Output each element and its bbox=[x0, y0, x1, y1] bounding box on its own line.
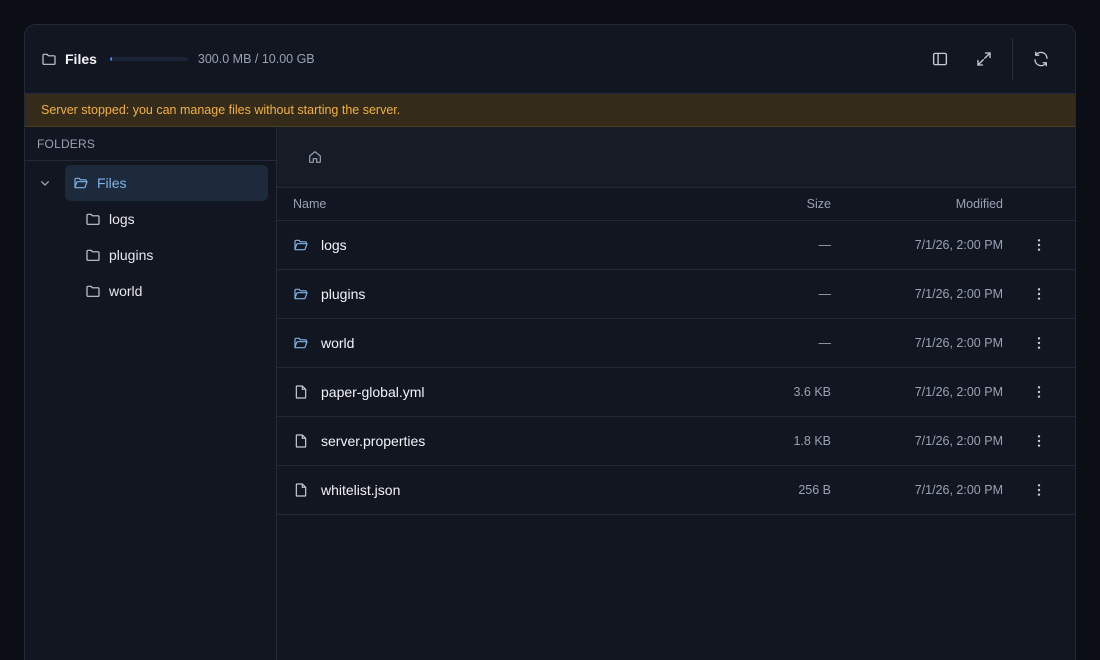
fullscreen-button[interactable] bbox=[966, 41, 1002, 77]
table-header: Name Size Modified bbox=[277, 188, 1075, 221]
table-row[interactable]: paper-global.yml 3.6 KB 7/1/26, 2:00 PM bbox=[277, 368, 1075, 417]
file-name-cell[interactable]: logs bbox=[277, 237, 707, 253]
file-name: world bbox=[321, 335, 355, 351]
storage-usage-bar bbox=[109, 57, 188, 61]
folder-icon bbox=[85, 211, 101, 227]
header-divider bbox=[1012, 38, 1013, 80]
refresh-icon bbox=[1032, 50, 1050, 68]
folder-icon bbox=[85, 283, 101, 299]
file-name-cell[interactable]: plugins bbox=[277, 286, 707, 302]
file-size: — bbox=[818, 287, 832, 301]
tree-item-plugins[interactable]: plugins bbox=[25, 237, 276, 273]
file-name-cell[interactable]: world bbox=[277, 335, 707, 351]
tree-item-label: world bbox=[109, 283, 143, 299]
file-name: server.properties bbox=[321, 433, 426, 449]
file-modified: 7/1/26, 2:00 PM bbox=[914, 238, 1003, 252]
sidebar-toggle-icon bbox=[931, 50, 949, 68]
breadcrumb bbox=[277, 127, 1075, 188]
folder-icon bbox=[85, 247, 101, 263]
tree-item-label: Files bbox=[97, 175, 127, 191]
file-modified: 7/1/26, 2:00 PM bbox=[914, 483, 1003, 497]
column-header-size[interactable]: Size bbox=[707, 197, 831, 211]
sidebar-heading: FOLDERS bbox=[25, 127, 276, 161]
tree-item-logs[interactable]: logs bbox=[25, 201, 276, 237]
tree-item-files[interactable]: Files bbox=[41, 165, 268, 201]
more-actions-icon[interactable] bbox=[1029, 235, 1049, 255]
file-modified: 7/1/26, 2:00 PM bbox=[914, 336, 1003, 350]
file-size: 256 B bbox=[798, 483, 831, 497]
toggle-sidebar-button[interactable] bbox=[922, 41, 958, 77]
file-table-body: logs — 7/1/26, 2:00 PM plugins — 7/1/26, 2:00… bbox=[277, 221, 1075, 515]
file-manager-panel: Files 300.0 MB / 10.00 GB Server stopped… bbox=[24, 24, 1076, 660]
folder-open-icon bbox=[293, 335, 309, 351]
tree-item-label: plugins bbox=[109, 247, 154, 263]
more-actions-icon[interactable] bbox=[1029, 480, 1049, 500]
file-name: whitelist.json bbox=[321, 482, 401, 498]
home-icon[interactable] bbox=[307, 149, 323, 165]
more-actions-icon[interactable] bbox=[1029, 431, 1049, 451]
tree-item-label: logs bbox=[109, 211, 135, 227]
file-modified: 7/1/26, 2:00 PM bbox=[914, 385, 1003, 399]
table-row[interactable]: server.properties 1.8 KB 7/1/26, 2:00 PM bbox=[277, 417, 1075, 466]
folder-open-icon bbox=[73, 175, 89, 191]
file-name: plugins bbox=[321, 286, 366, 302]
storage-usage-text: 300.0 MB / 10.00 GB bbox=[197, 52, 315, 66]
file-icon bbox=[293, 433, 309, 449]
folder-tree: Files logs plugins world bbox=[25, 161, 276, 309]
file-size: 1.8 KB bbox=[793, 434, 831, 448]
table-row[interactable]: plugins — 7/1/26, 2:00 PM bbox=[277, 270, 1075, 319]
chevron-down-icon[interactable] bbox=[37, 175, 53, 191]
more-actions-icon[interactable] bbox=[1029, 382, 1049, 402]
file-modified: 7/1/26, 2:00 PM bbox=[914, 287, 1003, 301]
file-name-cell[interactable]: server.properties bbox=[277, 433, 707, 449]
table-row[interactable]: logs — 7/1/26, 2:00 PM bbox=[277, 221, 1075, 270]
table-row[interactable]: world — 7/1/26, 2:00 PM bbox=[277, 319, 1075, 368]
folder-sidebar: FOLDERS Files logs plugins world bbox=[25, 127, 277, 660]
file-size: — bbox=[818, 336, 832, 350]
storage-usage-fill bbox=[109, 57, 113, 61]
file-icon bbox=[293, 482, 309, 498]
banner-text: Server stopped: you can manage files wit… bbox=[41, 103, 401, 117]
header-actions bbox=[922, 25, 1059, 93]
file-list-area: Name Size Modified logs —7/1/26, 2:00 PM p… bbox=[277, 127, 1075, 660]
file-modified: 7/1/26, 2:00 PM bbox=[914, 434, 1003, 448]
refresh-button[interactable] bbox=[1023, 41, 1059, 77]
file-name-cell[interactable]: paper-global.yml bbox=[277, 384, 707, 400]
expand-icon bbox=[975, 50, 993, 68]
folder-open-icon bbox=[293, 286, 309, 302]
file-size: 3.6 KB bbox=[793, 385, 831, 399]
file-name: paper-global.yml bbox=[321, 384, 425, 400]
table-row[interactable]: whitelist.json 256 B 7/1/26, 2:00 PM bbox=[277, 466, 1075, 515]
file-size: — bbox=[818, 238, 832, 252]
file-name-cell[interactable]: whitelist.json bbox=[277, 482, 707, 498]
file-name: logs bbox=[321, 237, 347, 253]
server-stopped-banner: Server stopped: you can manage files wit… bbox=[25, 94, 1075, 127]
more-actions-icon[interactable] bbox=[1029, 333, 1049, 353]
header: Files 300.0 MB / 10.00 GB bbox=[25, 25, 1075, 94]
tree-item-world[interactable]: world bbox=[25, 273, 276, 309]
folder-open-icon bbox=[293, 237, 309, 253]
column-header-name[interactable]: Name bbox=[277, 197, 707, 211]
content-area: FOLDERS Files logs plugins world Name Si… bbox=[25, 127, 1075, 660]
page-title: Files bbox=[65, 51, 97, 67]
more-actions-icon[interactable] bbox=[1029, 284, 1049, 304]
column-header-modified[interactable]: Modified bbox=[831, 197, 1003, 211]
file-icon bbox=[293, 384, 309, 400]
folder-icon bbox=[41, 51, 57, 67]
